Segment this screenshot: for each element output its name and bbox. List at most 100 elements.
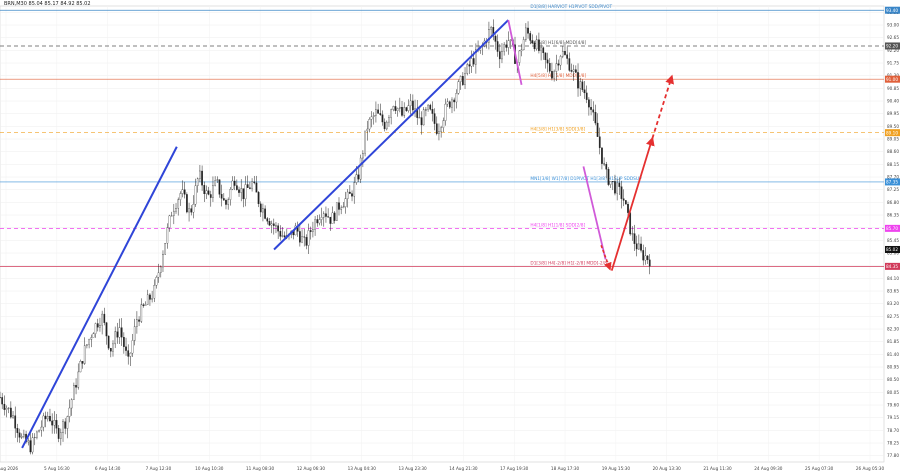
candle-body [427,104,429,110]
candle-body [459,76,462,82]
candle-body [533,42,536,50]
candle-body [457,81,460,94]
candle-body [222,198,225,201]
level-label: D1[8/8] HARVIOT H1PIVOT SDD/PIVOT [530,4,612,10]
candle-body [494,35,497,42]
candle-body [598,136,601,148]
level-badge-text: 84.35 [886,264,898,269]
candle-body [155,277,158,286]
x-tick-label: 13 Aug 04:30 [348,466,377,471]
candle-body [299,231,301,243]
candle-body [107,335,110,349]
candle-body [329,216,332,224]
x-tick-label: 18 Aug 17:30 [551,466,580,471]
y-tick-label: 88.60 [887,149,899,154]
x-tick-label: 25 Aug 07:30 [805,466,834,471]
level-label: D1[3/8] H4[-2/8] H1[-2/8] MDD[-2/8] [530,260,608,266]
candle-body [62,421,64,433]
candle-body [7,407,10,409]
candle-body [638,243,640,250]
candle-body [609,181,612,185]
x-tick-label: 26 Aug 05:30 [856,466,885,471]
candle-body [129,352,132,357]
candle-body [146,294,149,305]
candle-body [531,40,534,44]
x-tick-label: 12 Aug 06:30 [297,466,326,471]
x-tick-label: 13 Aug 23:30 [398,466,427,471]
candle-body [561,51,564,57]
level-badge-text: 87.35 [886,180,898,185]
candle-body [312,229,314,232]
candle-body [305,237,308,246]
candle-body [194,185,197,205]
candle-body [238,189,240,193]
level-badge-text: 92.20 [886,44,898,49]
candle-body [68,407,71,417]
candle-body [409,100,412,106]
candle-body [99,325,101,328]
candle-body [90,337,93,340]
candle-body [10,407,12,418]
candle-body [46,415,49,420]
candle-body [33,436,36,438]
x-tick-label: 17 Aug 19:30 [500,466,529,471]
candle-body [442,120,445,128]
price-chart[interactable]: 93.5593.0092.6592.2091.7591.3090.8590.40… [0,0,900,474]
y-tick-label: 86.35 [887,213,899,218]
candle-body [590,106,592,110]
candle-body [179,193,182,200]
level-badge-text: 91.00 [886,77,898,82]
candle-body [433,113,436,124]
candle-body [103,313,106,323]
x-tick-label: 14 Aug 21:30 [449,466,478,471]
candle-body [596,122,599,137]
candle-body [633,233,636,244]
candle-body [614,181,616,194]
candle-body [333,212,336,221]
x-tick-label: 24 Aug 09:30 [754,466,783,471]
candle-body [435,123,438,134]
candle-body [379,113,382,115]
candle-body [157,272,160,278]
candle-body [349,191,351,194]
x-tick-label: 6 Aug 14:30 [95,466,121,471]
candle-body [86,344,88,346]
candle-body [470,58,473,67]
y-tick-label: 91.75 [887,61,899,66]
candle-body [583,89,586,94]
candle-body [605,164,608,170]
x-tick-label: 5 Aug 16:30 [44,466,70,471]
y-tick-label: 80.05 [887,390,899,395]
candle-body [75,385,77,388]
candle-body [509,39,512,41]
candle-body [153,285,156,299]
candle-body [575,69,577,73]
candle-body [351,193,353,197]
x-tick-label: 20 Aug 13:30 [653,466,682,471]
candle-body [253,181,256,184]
candle-body [335,202,338,221]
candle-body [627,204,629,213]
candle-body [12,415,14,418]
candle-body [31,437,34,453]
y-tick-label: 79.15 [887,415,899,420]
candle-body [518,50,521,63]
candle-body [201,170,203,186]
candle-body [542,47,545,54]
candle-body [644,255,647,261]
candle-body [101,313,103,326]
candle-body [620,186,623,199]
y-tick-label: 84.10 [887,276,899,281]
candle-body [370,116,373,120]
candle-body [522,39,525,51]
candle-body [244,184,247,200]
x-tick-label: 4 Aug 2026 [0,466,18,471]
ohlc-readout: 85.04 85.17 84.92 85.02 [28,1,91,7]
candle-body [385,121,388,130]
candle-body [507,40,510,48]
candle-body [257,192,260,205]
y-tick-label: 80.95 [887,365,899,370]
candle-body [453,99,456,103]
candle-body [136,319,138,327]
candle-body [501,51,503,60]
